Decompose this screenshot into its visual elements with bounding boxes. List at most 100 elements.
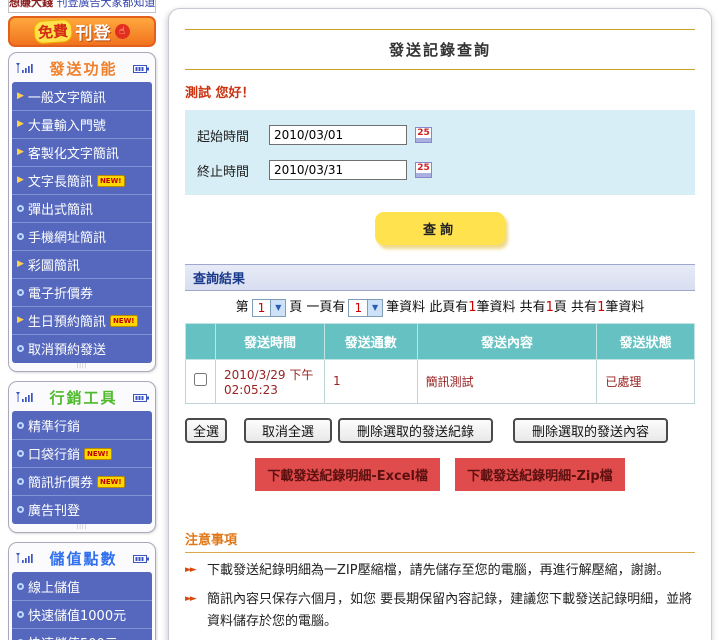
sidebar-item-mobile-url-sms[interactable]: 手機網址簡訊 <box>12 223 152 251</box>
column-header-send-status: 發送狀態 <box>597 323 695 359</box>
start-time-input[interactable] <box>269 125 407 145</box>
delete-selected-records-button[interactable]: 刪除選取的發送紀錄 <box>338 418 493 443</box>
item-label: 簡訊折價券 <box>28 472 93 491</box>
item-label: 快速儲值1000元 <box>28 605 126 624</box>
dot-bullet-icon <box>17 233 24 240</box>
cell-send-count: 1 <box>324 359 417 403</box>
sidebar-item-online-topup[interactable]: 線上儲值 <box>12 573 152 601</box>
table-row: 2010/3/29 下午 02:05:23 1 簡訊測試 已處理 <box>186 359 695 403</box>
item-label: 一般文字簡訊 <box>28 87 106 106</box>
end-time-input[interactable] <box>269 160 407 180</box>
sidebar-item-sms-coupon[interactable]: 簡訊折價券 NEW! <box>12 468 152 496</box>
pagination-text: 頁 共有 <box>554 300 597 315</box>
sidebar-item-ad-posting[interactable]: 廣告刊登 <box>12 496 152 523</box>
dot-bullet-icon <box>17 450 24 457</box>
select-all-button[interactable]: 全選 <box>185 418 227 443</box>
sidebar-item-bulk-numbers[interactable]: ▶大量輸入門號 <box>12 111 152 139</box>
table-header-row: 發送時間 發送通數 發送內容 發送狀態 <box>186 323 695 359</box>
pagination-text: 筆資料 此頁有 <box>386 300 468 315</box>
sidebar-item-precision-marketing[interactable]: 精準行銷 <box>12 412 152 440</box>
row-checkbox[interactable] <box>194 373 207 386</box>
start-time-label: 起始時間 <box>197 126 261 145</box>
signal-icon <box>15 59 34 78</box>
end-time-label: 終止時間 <box>197 161 261 180</box>
note-item: ►► 簡訊內容只保存六個月，如您 要長期保留內容記錄，建議您下載發送記錄明細，並將… <box>185 589 695 633</box>
column-header-send-count: 發送通數 <box>324 323 417 359</box>
battery-icon <box>133 59 149 78</box>
dot-bullet-icon <box>17 583 24 590</box>
sidebar-item-e-coupon[interactable]: 電子折價券 <box>12 279 152 307</box>
signal-icon <box>15 388 34 407</box>
arrow-bullet-icon: ▶ <box>17 258 24 271</box>
dot-bullet-icon <box>17 345 24 352</box>
form-row-start-time: 起始時間 25 <box>197 125 683 145</box>
sidebar-item-quick-topup-1000[interactable]: 快速儲值1000元 <box>12 601 152 629</box>
sidebar-item-general-sms[interactable]: ▶ 一般文字簡訊 <box>12 83 152 111</box>
main-panel: 發送記錄查詢 測試 您好！ 起始時間 25 終止時間 25 查詢 查詢結果 第1… <box>168 8 712 640</box>
new-badge: NEW! <box>110 315 138 327</box>
item-label: 精準行銷 <box>28 416 80 435</box>
query-button[interactable]: 查詢 <box>375 212 505 245</box>
pagination-text: 第 <box>236 300 249 315</box>
sidebar-item-popup-sms[interactable]: 彈出式簡訊 <box>12 195 152 223</box>
sidebar-item-mms[interactable]: ▶彩圖簡訊 <box>12 251 152 279</box>
panel-grip: |||| <box>12 363 152 370</box>
form-row-end-time: 終止時間 25 <box>197 160 683 180</box>
pagination-text: 頁 一頁有 <box>289 300 345 315</box>
pagination-text: 筆資料 共有 <box>477 300 546 315</box>
cell-send-status: 已處理 <box>597 359 695 403</box>
sidebar-item-cancel-scheduled[interactable]: 取消預約發送 <box>12 335 152 362</box>
panel-header: 行銷工具 <box>12 385 152 411</box>
download-zip-button[interactable]: 下載發送紀錄明細-Zip檔 <box>455 458 625 491</box>
per-page-select[interactable]: 1▼ <box>348 299 383 317</box>
arrow-bullet-icon: ▶ <box>17 90 24 103</box>
item-label: 線上儲值 <box>28 577 80 596</box>
sidebar-item-long-sms[interactable]: ▶文字長簡訊NEW! <box>12 167 152 195</box>
item-label: 大量輸入門號 <box>28 115 106 134</box>
item-label: 快速儲值500元 <box>28 633 118 640</box>
dot-bullet-icon <box>17 611 24 618</box>
this-page-count: 1 <box>468 300 476 315</box>
battery-icon <box>133 388 149 407</box>
free-label: 免費 <box>34 19 74 45</box>
delete-selected-content-button[interactable]: 刪除選取的發送內容 <box>513 418 668 443</box>
double-arrow-bullet-icon: ►► <box>185 592 195 607</box>
top-rule <box>185 29 695 30</box>
sidebar-item-custom-sms[interactable]: ▶客製化文字簡訊 <box>12 139 152 167</box>
download-excel-button[interactable]: 下載發送紀錄明細-Excel檔 <box>255 458 440 491</box>
pagination-text: 筆資料 <box>605 300 644 315</box>
calendar-icon[interactable]: 25 <box>415 162 432 178</box>
column-header-send-time: 發送時間 <box>216 323 325 359</box>
note-item: ►►下載發送紀錄明細為一ZIP壓縮檔，請先儲存至您的電腦，再進行解壓縮，謝謝。 <box>185 560 695 582</box>
calendar-icon[interactable]: 25 <box>415 127 432 143</box>
item-label: 文字長簡訊 <box>28 171 93 190</box>
query-button-wrap: 查詢 <box>185 212 695 245</box>
chevron-down-icon: ▼ <box>270 300 285 316</box>
deselect-all-button[interactable]: 取消全選 <box>244 418 332 443</box>
table-action-buttons: 全選 取消全選 刪除選取的發送紀錄 刪除選取的發送內容 <box>185 418 695 443</box>
sidebar-item-quick-topup-500[interactable]: 快速儲值500元 <box>12 629 152 640</box>
panel-grip: |||| <box>12 524 152 531</box>
total-pages: 1 <box>546 300 554 315</box>
sidebar-item-birthday-sms[interactable]: ▶生日預約簡訊NEW! <box>12 307 152 335</box>
top-ad-teaser[interactable]: 想賺大錢 刊登廣告大家都知道 <box>8 0 156 13</box>
new-badge: NEW! <box>97 175 125 187</box>
arrow-bullet-icon: ▶ <box>17 314 24 327</box>
page-select[interactable]: 1▼ <box>252 299 287 317</box>
sidebar-item-pocket-marketing[interactable]: 口袋行銷NEW! <box>12 440 152 468</box>
cell-send-time: 2010/3/29 下午 02:05:23 <box>216 359 325 403</box>
hand-cursor-icon: ☝ <box>115 24 130 39</box>
page-title: 發送記錄查詢 <box>185 39 695 60</box>
results-section-header: 查詢結果 <box>185 264 695 291</box>
posting-label: 刊登 <box>76 19 112 44</box>
column-header-send-content: 發送內容 <box>417 323 597 359</box>
double-arrow-bullet-icon: ►► <box>185 563 195 578</box>
cell-send-content: 簡訊測試 <box>417 359 597 403</box>
free-posting-banner[interactable]: 免費 刊登 ☝ <box>8 16 156 47</box>
new-badge: NEW! <box>97 476 125 488</box>
arrow-bullet-icon: ▶ <box>17 146 24 159</box>
panel-item-list: ▶一般文字簡訊 ▶大量輸入門號 ▶客製化文字簡訊 ▶文字長簡訊NEW! 彈出式簡… <box>12 82 152 363</box>
note-text: 簡訊內容只保存六個月，如您 要長期保留內容記錄，建議您下載發送記錄明細，並將資料… <box>207 592 692 629</box>
dot-bullet-icon <box>17 478 24 485</box>
dot-bullet-icon <box>17 289 24 296</box>
